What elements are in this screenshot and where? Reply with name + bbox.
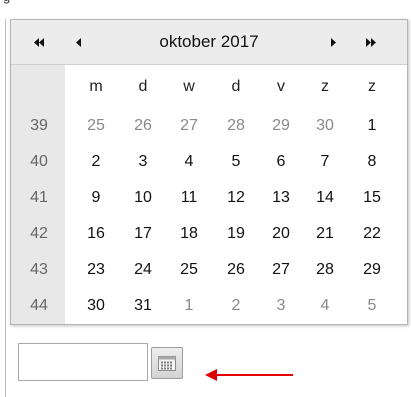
day-cell[interactable]: 11: [171, 180, 207, 215]
weekday-header: w: [183, 77, 195, 95]
month-title: oktober 2017: [159, 32, 259, 51]
prev-month-button[interactable]: [59, 20, 99, 64]
day-cell[interactable]: 2: [78, 144, 114, 179]
day-cell[interactable]: 26: [218, 252, 254, 287]
day-cell[interactable]: 9: [78, 180, 114, 215]
weekday-header: d: [138, 77, 148, 95]
top-clipped-text: g: [0, 0, 411, 10]
day-cell-other-month[interactable]: 1: [171, 288, 207, 323]
week-number: 40: [30, 152, 48, 170]
weekday-header: m: [89, 77, 103, 95]
day-cell-other-month[interactable]: 3: [263, 288, 299, 323]
day-cell[interactable]: 29: [354, 252, 390, 287]
chevron-right-icon: [331, 37, 336, 47]
day-cell-other-month[interactable]: 28: [218, 108, 254, 143]
calendar-button[interactable]: [151, 347, 183, 379]
day-cell[interactable]: 22: [354, 216, 390, 251]
day-cell[interactable]: 13: [263, 180, 299, 215]
weekday-header-row: m d w d v z z: [11, 65, 407, 107]
day-cell-other-month[interactable]: 27: [171, 108, 207, 143]
double-chevron-left-icon: [34, 37, 44, 47]
day-cell[interactable]: 30: [78, 288, 114, 323]
day-cell[interactable]: 21: [307, 216, 343, 251]
day-cell-other-month[interactable]: 4: [307, 288, 343, 323]
day-cell-other-month[interactable]: 26: [125, 108, 161, 143]
day-cell[interactable]: 10: [125, 180, 161, 215]
day-cell[interactable]: 7: [307, 144, 343, 179]
day-cell-other-month[interactable]: 2: [218, 288, 254, 323]
calendar-nav-bar: oktober 2017: [11, 20, 407, 65]
date-input[interactable]: [18, 343, 148, 381]
chevron-left-icon: [76, 37, 81, 47]
day-cell-other-month[interactable]: 5: [354, 288, 390, 323]
week-number: 44: [30, 296, 48, 314]
weekday-header: d: [231, 77, 241, 95]
day-cell[interactable]: 18: [171, 216, 207, 251]
weekday-header: v: [277, 77, 285, 95]
day-cell-other-month[interactable]: 29: [263, 108, 299, 143]
weekday-header: z: [321, 77, 329, 95]
day-cell[interactable]: 24: [125, 252, 161, 287]
calendar-icon: [158, 355, 176, 371]
next-month-button[interactable]: [313, 20, 353, 64]
week-number: 41: [30, 188, 48, 206]
day-cell[interactable]: 28: [307, 252, 343, 287]
day-cell[interactable]: 5: [218, 144, 254, 179]
day-cell[interactable]: 15: [354, 180, 390, 215]
left-border-line: [5, 19, 6, 397]
week-number: 42: [30, 224, 48, 242]
day-cell[interactable]: 1: [354, 108, 390, 143]
day-cell[interactable]: 27: [263, 252, 299, 287]
week-number: 39: [30, 116, 48, 134]
date-picker-popup: oktober 2017 m d w d v z z 39 25 26 27 28 29 3…: [10, 19, 408, 325]
day-cell[interactable]: 20: [263, 216, 299, 251]
day-cell[interactable]: 12: [218, 180, 254, 215]
day-cell[interactable]: 23: [78, 252, 114, 287]
day-cell[interactable]: 17: [125, 216, 161, 251]
day-cell-other-month[interactable]: 30: [307, 108, 343, 143]
prev-year-button[interactable]: [19, 20, 59, 64]
day-cell[interactable]: 8: [354, 144, 390, 179]
day-cell[interactable]: 6: [263, 144, 299, 179]
day-cell[interactable]: 14: [307, 180, 343, 215]
red-arrow-annotation: [205, 369, 293, 381]
day-cell-other-month[interactable]: 25: [78, 108, 114, 143]
day-cell[interactable]: 3: [125, 144, 161, 179]
double-chevron-right-icon: [366, 37, 376, 47]
week-number: 43: [30, 260, 48, 278]
day-cell[interactable]: 25: [171, 252, 207, 287]
weekday-header: z: [368, 77, 376, 95]
day-cell[interactable]: 19: [218, 216, 254, 251]
day-cell[interactable]: 16: [78, 216, 114, 251]
day-cell[interactable]: 4: [171, 144, 207, 179]
next-year-button[interactable]: [351, 20, 391, 64]
day-cell[interactable]: 31: [125, 288, 161, 323]
